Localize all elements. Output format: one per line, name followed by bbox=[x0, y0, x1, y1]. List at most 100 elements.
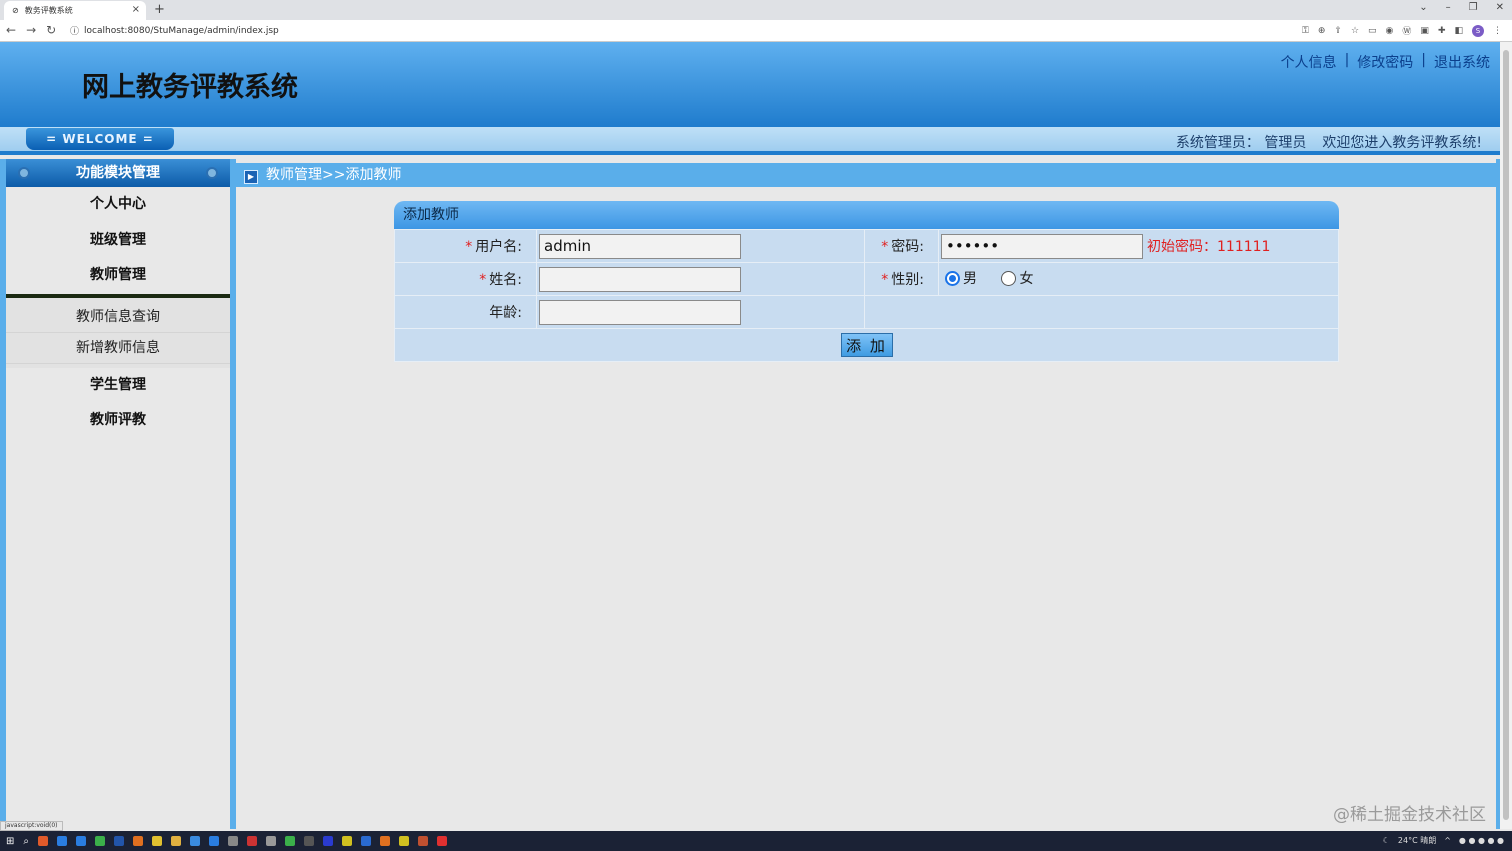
app-icon[interactable] bbox=[228, 836, 238, 846]
welcome-bar: = WELCOME = 系统管理员： 管理员 欢迎您进入教务评教系统! bbox=[0, 127, 1500, 155]
app-icon[interactable] bbox=[38, 836, 48, 846]
header-ornament-icon bbox=[18, 167, 30, 179]
radio-empty-icon bbox=[1001, 270, 1017, 286]
age-input[interactable] bbox=[539, 299, 741, 325]
app-icon[interactable] bbox=[114, 836, 124, 846]
system-tray: ☾ 24°C 晴朗 ^ ● ● ● ● ● bbox=[1383, 835, 1504, 846]
info-icon: ⓘ bbox=[70, 27, 80, 37]
window-controls: ⌄ – ❐ ✕ bbox=[1419, 2, 1504, 13]
app-icon[interactable] bbox=[361, 836, 371, 846]
submenu-item-teacher-query[interactable]: 教师信息查询 bbox=[6, 302, 230, 333]
page-scrollbar[interactable] bbox=[1500, 42, 1512, 829]
extension-w-icon[interactable]: Ⓦ bbox=[1402, 24, 1411, 37]
password-hint: 初始密码：111111 bbox=[1147, 239, 1271, 255]
reload-icon[interactable]: ↻ bbox=[46, 23, 56, 37]
nav-buttons: ← → ↻ bbox=[6, 23, 56, 37]
share-icon[interactable]: ⇪ bbox=[1334, 26, 1342, 36]
minimize-icon[interactable]: – bbox=[1446, 2, 1451, 13]
password-input[interactable] bbox=[941, 233, 1143, 259]
app-icon[interactable] bbox=[285, 836, 295, 846]
status-link-preview: javascript:void(0) bbox=[0, 821, 63, 831]
username-input[interactable] bbox=[539, 233, 741, 259]
os-taskbar: ⊞ ⌕ ☾ 24°C 晴朗 ^ ● ● ● ● ● bbox=[0, 831, 1512, 851]
sidepanel-icon[interactable]: ◧ bbox=[1454, 26, 1463, 36]
star-icon[interactable]: ☆ bbox=[1351, 26, 1359, 36]
url-text: localhost:8080/StuManage/admin/index.jsp bbox=[84, 25, 279, 36]
key-icon[interactable]: ⚿ bbox=[1302, 26, 1309, 36]
app-icon[interactable] bbox=[342, 836, 352, 846]
close-tab-icon[interactable]: × bbox=[132, 4, 140, 15]
sidebar-item-class-management[interactable]: 班级管理 bbox=[6, 223, 230, 259]
site-header: 网上教务评教系统 个人信息 | 修改密码 | 退出系统 bbox=[0, 42, 1500, 127]
sidebar-item-personal-center[interactable]: 个人中心 bbox=[6, 187, 230, 223]
browser-tab-title: 教务评教系统 bbox=[24, 6, 73, 15]
tab-search-icon[interactable]: ⌄ bbox=[1419, 2, 1427, 13]
play-arrow-icon: ▶ bbox=[244, 170, 258, 184]
tray-icons[interactable]: ● ● ● ● ● bbox=[1459, 836, 1504, 845]
app-icon[interactable] bbox=[133, 836, 143, 846]
gender-options: 男 女 bbox=[938, 262, 1339, 296]
gender-radio-male[interactable]: 男 bbox=[945, 268, 977, 288]
gender-label: 性别: bbox=[891, 272, 924, 288]
app-icon[interactable] bbox=[304, 836, 314, 846]
breadcrumb: 教师管理>>添加教师 bbox=[266, 167, 402, 183]
scrollbar-thumb[interactable] bbox=[1503, 50, 1509, 820]
camera-icon[interactable]: ◉ bbox=[1386, 26, 1394, 36]
submenu-item-add-teacher[interactable]: 新增教师信息 bbox=[6, 333, 230, 364]
screen-icon[interactable]: ▣ bbox=[1420, 26, 1429, 36]
change-password-link[interactable]: 修改密码 bbox=[1357, 52, 1413, 72]
top-links: 个人信息 | 修改密码 | 退出系统 bbox=[1281, 52, 1490, 72]
app-icon[interactable] bbox=[57, 836, 67, 846]
weather-icon: ☾ bbox=[1382, 836, 1390, 845]
username-label: 用户名: bbox=[475, 239, 522, 255]
app-icon[interactable] bbox=[437, 836, 447, 846]
teacher-submenu: 教师信息查询 新增教师信息 bbox=[6, 293, 230, 368]
profile-avatar[interactable]: S bbox=[1472, 24, 1484, 37]
restore-icon[interactable]: ❐ bbox=[1469, 2, 1478, 13]
search-icon[interactable]: ⌕ bbox=[23, 836, 29, 847]
app-icon[interactable] bbox=[76, 836, 86, 846]
name-input[interactable] bbox=[539, 266, 741, 292]
menu-kebab-icon[interactable]: ⋮ bbox=[1493, 26, 1502, 36]
weather-text: 24°C 晴朗 bbox=[1397, 836, 1437, 845]
new-tab-button[interactable]: + bbox=[154, 2, 165, 17]
app-icon[interactable] bbox=[209, 836, 219, 846]
start-icon[interactable]: ⊞ bbox=[6, 836, 14, 847]
window-close-icon[interactable]: ✕ bbox=[1496, 2, 1504, 13]
watermark: @稀土掘金技术社区 bbox=[1333, 805, 1486, 825]
breadcrumb-bar: ▶ 教师管理>>添加教师 bbox=[236, 163, 1496, 187]
app-icon[interactable] bbox=[247, 836, 257, 846]
tray-chevron-icon[interactable]: ^ bbox=[1444, 836, 1451, 845]
required-mark: * bbox=[881, 239, 889, 255]
url-field[interactable]: ⓘ localhost:8080/StuManage/admin/index.j… bbox=[70, 24, 279, 38]
browser-tab[interactable]: ⊘ 教务评教系统 × bbox=[4, 1, 146, 20]
sidebar-item-teacher-management[interactable]: 教师管理 bbox=[6, 258, 230, 294]
forward-icon[interactable]: → bbox=[26, 23, 36, 37]
profile-link[interactable]: 个人信息 bbox=[1281, 52, 1337, 72]
browser-app-icon[interactable] bbox=[152, 836, 162, 846]
user-name: 管理员 bbox=[1264, 135, 1307, 151]
puzzle-icon[interactable]: ✚ bbox=[1438, 26, 1446, 36]
app-icon[interactable] bbox=[95, 836, 105, 846]
cast-icon[interactable]: ▭ bbox=[1368, 26, 1377, 36]
app-icon[interactable] bbox=[266, 836, 276, 846]
back-icon[interactable]: ← bbox=[6, 23, 16, 37]
sidebar-item-teacher-evaluation[interactable]: 教师评教 bbox=[6, 403, 230, 439]
app-icon[interactable] bbox=[380, 836, 390, 846]
header-ornament-icon bbox=[206, 167, 218, 179]
app-icon[interactable] bbox=[418, 836, 428, 846]
sidebar: 功能模块管理 个人中心 班级管理 教师管理 教师信息查询 新增教师信息 学生管理… bbox=[0, 159, 236, 829]
app-icon[interactable] bbox=[190, 836, 200, 846]
sidebar-item-student-management[interactable]: 学生管理 bbox=[6, 368, 230, 404]
zoom-icon[interactable]: ⊕ bbox=[1318, 26, 1326, 36]
system-title: 网上教务评教系统 bbox=[82, 72, 298, 103]
taskbar-apps: ⊞ ⌕ bbox=[0, 836, 447, 847]
add-button[interactable]: 添 加 bbox=[840, 333, 893, 357]
required-mark: * bbox=[881, 272, 889, 288]
extension-toolbar: ⚿ ⊕ ⇪ ☆ ▭ ◉ Ⓦ ▣ ✚ ◧ S ⋮ bbox=[1302, 24, 1502, 37]
app-icon[interactable] bbox=[323, 836, 333, 846]
app-icon[interactable] bbox=[171, 836, 181, 846]
logout-link[interactable]: 退出系统 bbox=[1434, 52, 1490, 72]
gender-radio-female[interactable]: 女 bbox=[1001, 268, 1033, 288]
app-icon[interactable] bbox=[399, 836, 409, 846]
